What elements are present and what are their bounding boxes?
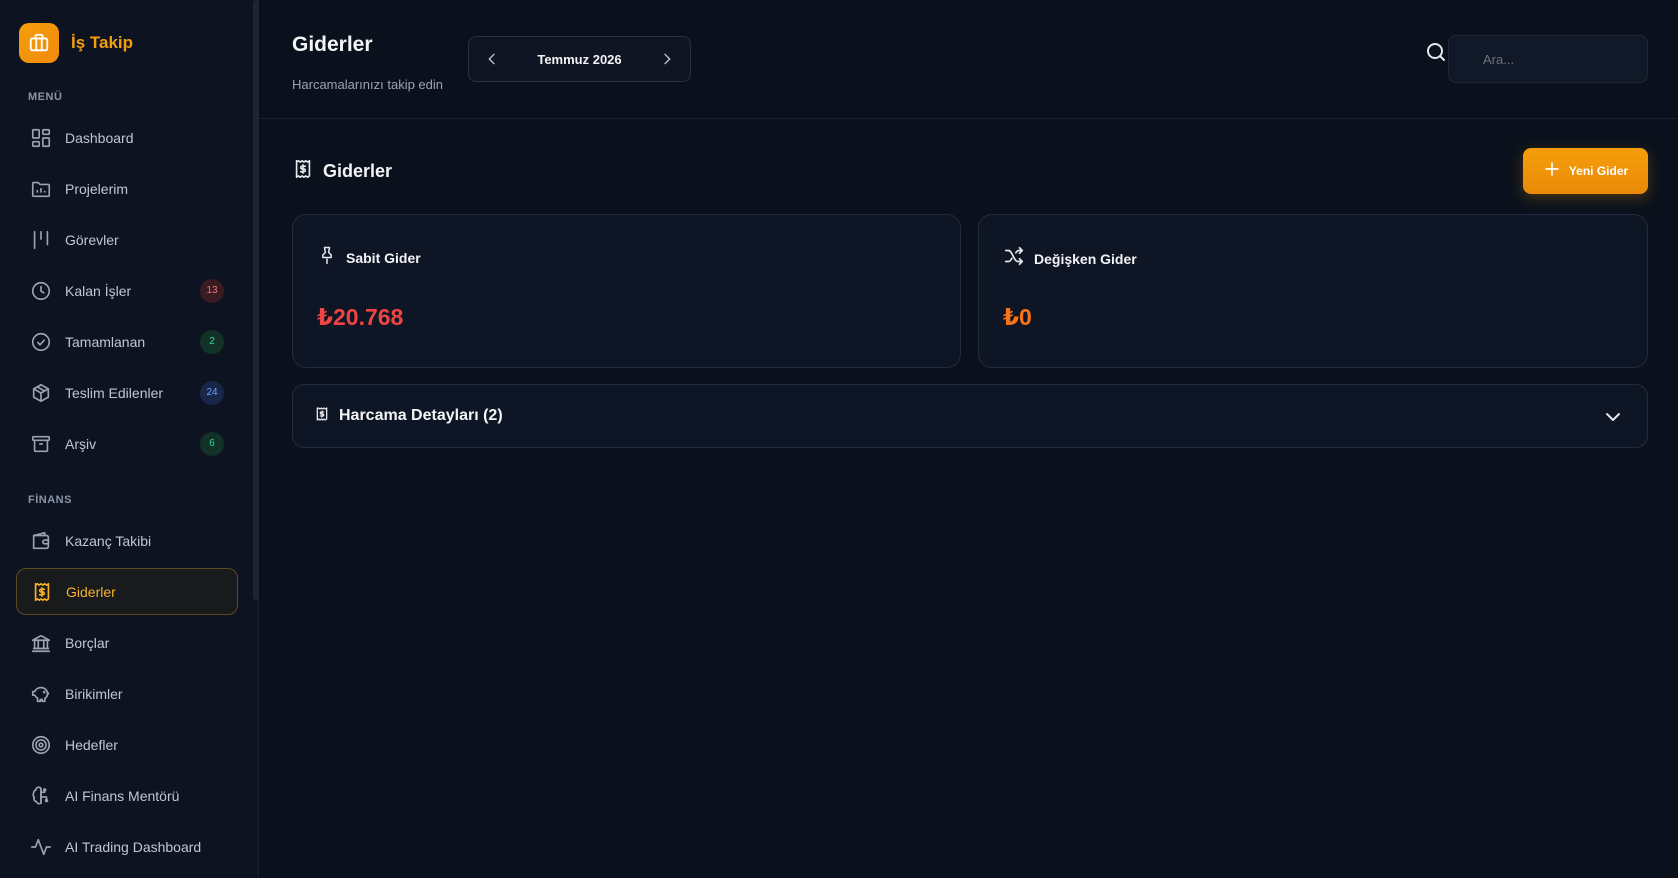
sidebar-item-dashboard[interactable]: Dashboard (16, 114, 238, 161)
sidebar-item-label: AI Trading Dashboard (65, 838, 202, 855)
page-title: Giderler (292, 33, 373, 56)
section-title-text: Giderler (323, 161, 393, 181)
wallet-icon (29, 529, 53, 553)
receipt-icon (314, 406, 330, 427)
package-icon (29, 381, 53, 405)
variable-expense-value: ₺0 (1003, 304, 1032, 330)
remaining-count-badge: 13 (200, 278, 224, 303)
activity-icon (29, 835, 53, 859)
completed-count-badge: 2 (200, 329, 224, 354)
new-expense-button[interactable]: Yeni Gider (1523, 148, 1648, 194)
piggy-bank-icon (29, 682, 53, 706)
search-icon[interactable] (1424, 40, 1448, 64)
sidebar-item-expenses[interactable]: Giderler (16, 568, 238, 615)
archive-icon (29, 432, 53, 456)
expense-details-accordion[interactable]: Harcama Detayları (2) (292, 384, 1648, 448)
sidebar-item-label: Teslim Edilenler (65, 384, 164, 401)
section-title: Giderler (292, 158, 392, 185)
chevron-left-icon[interactable] (481, 48, 503, 70)
sidebar-item-debts[interactable]: Borçlar (16, 619, 238, 666)
sidebar-item-label: Görevler (65, 231, 119, 248)
sidebar-item-savings[interactable]: Birikimler (16, 670, 238, 717)
sidebar-item-label: AI Finans Mentörü (65, 787, 180, 804)
main-content: Giderler Yeni Gider Sabit Gider ₺20.768 … (260, 120, 1678, 878)
sidebar-item-label: Kazanç Takibi (65, 532, 152, 549)
brain-icon (29, 784, 53, 808)
sidebar-item-projects[interactable]: Projelerim (16, 165, 238, 212)
sidebar-item-tasks[interactable]: Görevler (16, 216, 238, 263)
sidebar-item-ai-mentor[interactable]: AI Finans Mentörü (16, 772, 238, 819)
check-circle-icon (29, 330, 53, 354)
search-input[interactable] (1448, 35, 1648, 83)
brand-name: İş Takip (71, 33, 134, 52)
sidebar-item-label: Tamamlanan (65, 333, 146, 350)
sidebar-item-remaining[interactable]: Kalan İşler 13 (16, 267, 238, 314)
month-label: Temmuz 2026 (537, 51, 622, 67)
folder-icon (29, 177, 53, 201)
sidebar-item-earnings[interactable]: Kazanç Takibi (16, 517, 238, 564)
month-picker: Temmuz 2026 (468, 36, 691, 82)
finance-section-label: FİNANS (28, 494, 72, 506)
archive-count-badge: 6 (200, 431, 224, 456)
receipt-icon (30, 580, 54, 604)
kanban-icon (29, 228, 53, 252)
page-header: Giderler Harcamalarınızı takip edin Temm… (260, 0, 1678, 119)
plus-icon (1543, 160, 1561, 183)
sidebar-item-label: Dashboard (65, 129, 134, 146)
chevron-down-icon[interactable] (1601, 405, 1625, 429)
expense-details-label: Harcama Detayları (2) (339, 407, 503, 424)
sidebar-item-label: Kalan İşler (65, 282, 132, 299)
brand[interactable]: İş Takip (19, 23, 133, 63)
sidebar-item-ai-trading[interactable]: AI Trading Dashboard (16, 823, 238, 870)
new-expense-label: Yeni Gider (1568, 164, 1629, 178)
sidebar-scrollbar[interactable] (253, 0, 259, 600)
variable-expense-label: Değişken Gider (1034, 250, 1137, 267)
sidebar: İş Takip MENÜ Dashboard Projelerim Görev… (0, 0, 259, 878)
chevron-right-icon[interactable] (656, 48, 678, 70)
fixed-expense-header: Sabit Gider (317, 245, 421, 270)
receipt-icon (292, 158, 314, 185)
delivered-count-badge: 24 (200, 380, 224, 405)
sidebar-item-label: Giderler (66, 583, 116, 600)
page-subtitle: Harcamalarınızı takip edin (292, 77, 444, 92)
clock-icon (29, 279, 53, 303)
sidebar-item-completed[interactable]: Tamamlanan 2 (16, 318, 238, 365)
sidebar-item-label: Projelerim (65, 180, 129, 197)
briefcase-icon (19, 23, 59, 63)
dashboard-icon (29, 126, 53, 150)
pin-icon (317, 245, 337, 270)
target-icon (29, 733, 53, 757)
sidebar-item-delivered[interactable]: Teslim Edilenler 24 (16, 369, 238, 416)
menu-section-label: MENÜ (28, 91, 63, 103)
sidebar-item-archive[interactable]: Arşiv 6 (16, 420, 238, 467)
sidebar-item-label: Arşiv (65, 435, 97, 452)
sidebar-item-goals[interactable]: Hedefler (16, 721, 238, 768)
fixed-expense-value: ₺20.768 (317, 304, 404, 330)
sidebar-item-label: Birikimler (65, 685, 123, 702)
sidebar-item-label: Hedefler (65, 736, 118, 753)
bank-icon (29, 631, 53, 655)
fixed-expense-card: Sabit Gider ₺20.768 (292, 214, 961, 368)
fixed-expense-label: Sabit Gider (346, 249, 421, 266)
variable-expense-card: Değişken Gider ₺0 (978, 214, 1648, 368)
variable-expense-header: Değişken Gider (1003, 245, 1137, 272)
shuffle-icon (1003, 245, 1025, 272)
sidebar-item-label: Borçlar (65, 634, 110, 651)
